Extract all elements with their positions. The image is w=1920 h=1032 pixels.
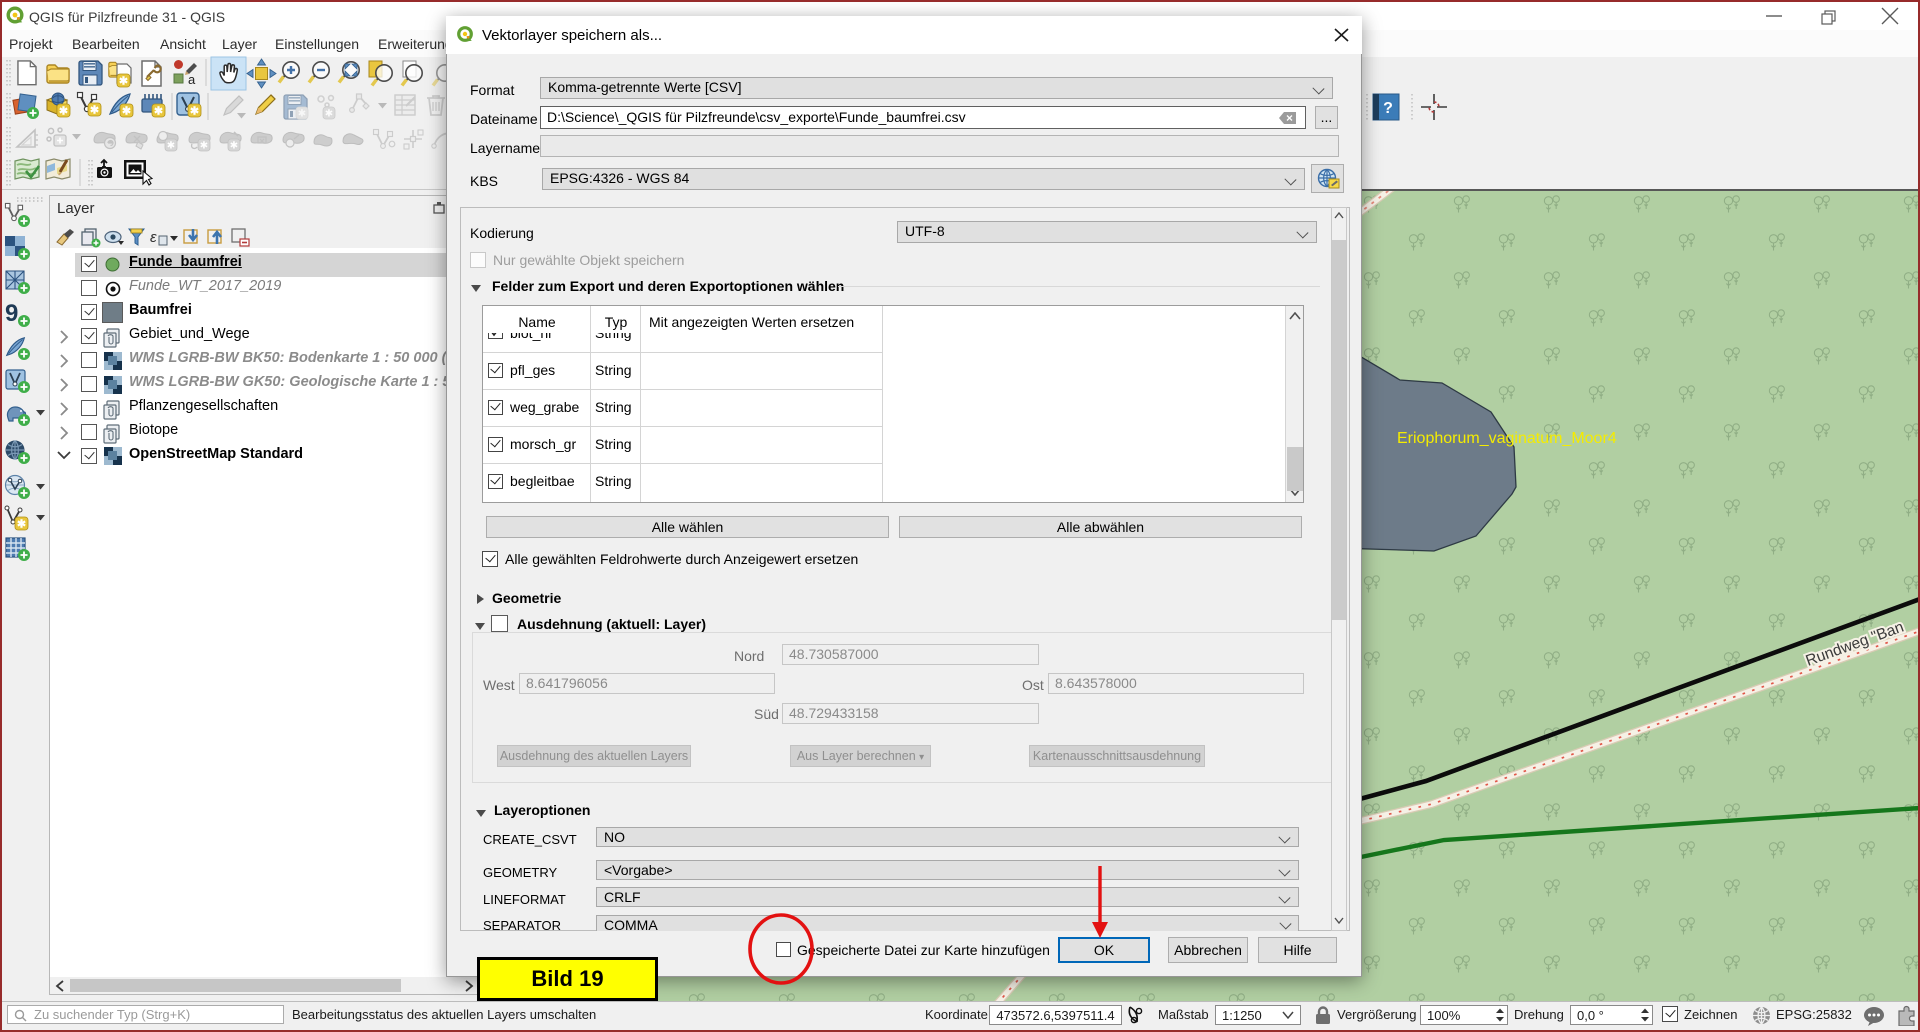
svg-text:?: ? — [1383, 100, 1393, 117]
svg-text:Eriophorum_vaginatum_Moor4: Eriophorum_vaginatum_Moor4 — [1397, 430, 1617, 447]
svg-text:a: a — [188, 72, 196, 87]
svg-text:ε: ε — [150, 229, 157, 246]
svg-text:9: 9 — [5, 300, 18, 327]
